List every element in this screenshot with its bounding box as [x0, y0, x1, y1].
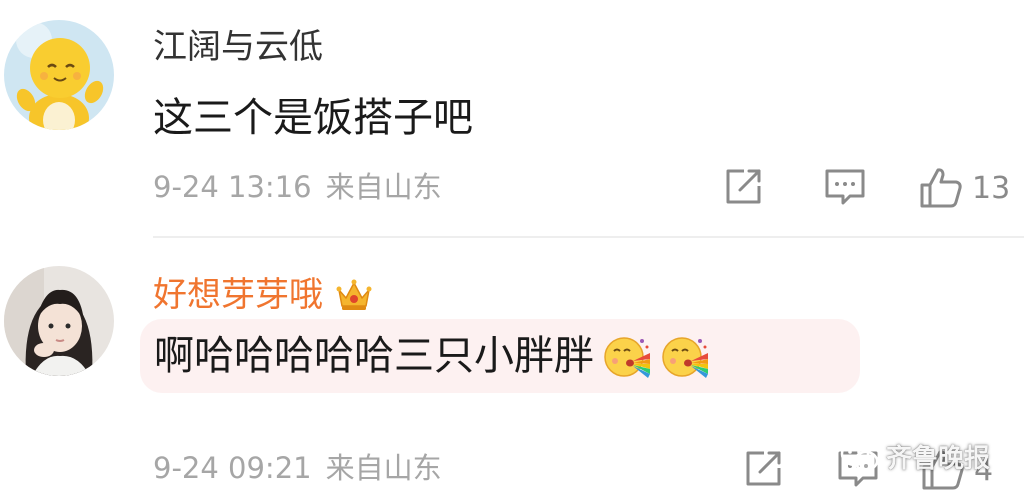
comment-text: 这三个是饭搭子吧	[153, 95, 473, 141]
girl-photo-avatar-image	[4, 266, 114, 376]
reply-button[interactable]	[823, 166, 867, 208]
like-count: 13	[972, 170, 1011, 206]
cartoon-character-avatar-image	[4, 20, 114, 130]
username[interactable]: 好想芽芽哦	[153, 275, 373, 315]
comment-list: 江阔与云低 这三个是饭搭子吧 9-24 13:16 来自山东 13 好想芽芽哦 …	[0, 0, 1024, 501]
rainbow-vomit-emoji-icon	[660, 331, 710, 381]
like-button[interactable]: 13	[918, 166, 1010, 210]
share-button[interactable]	[722, 166, 764, 208]
comment-meta: 9-24 09:21 来自山东	[153, 451, 442, 485]
watermark-text: 齐鲁晚报	[886, 444, 991, 474]
comment-meta: 9-24 13:16 来自山东	[153, 170, 442, 204]
avatar[interactable]	[4, 20, 114, 130]
rainbow-vomit-emoji-icon	[602, 331, 652, 381]
share-square-icon	[726, 169, 761, 204]
share-button[interactable]	[742, 448, 784, 490]
comment-time: 9-24 09:21	[153, 451, 312, 485]
username-text: 好想芽芽哦	[153, 275, 323, 315]
share-square-icon	[746, 451, 781, 486]
thumbs-up-icon	[920, 168, 962, 208]
avatar[interactable]	[4, 266, 114, 376]
comment-time: 9-24 13:16	[153, 170, 312, 204]
comment-bubble-icon	[825, 169, 865, 205]
comment-location: 来自山东	[325, 170, 442, 204]
wechat-icon	[840, 441, 879, 471]
comment-item: 江阔与云低 这三个是饭搭子吧 9-24 13:16 来自山东 13	[0, 0, 1024, 238]
watermark: 齐鲁晚报	[840, 438, 990, 475]
comment-text: 啊哈哈哈哈哈三只小胖胖	[154, 333, 594, 379]
comment-bubble: 啊哈哈哈哈哈三只小胖胖	[140, 319, 860, 393]
crown-icon	[335, 278, 373, 312]
username[interactable]: 江阔与云低	[153, 27, 323, 67]
comment-location: 来自山东	[325, 451, 442, 485]
